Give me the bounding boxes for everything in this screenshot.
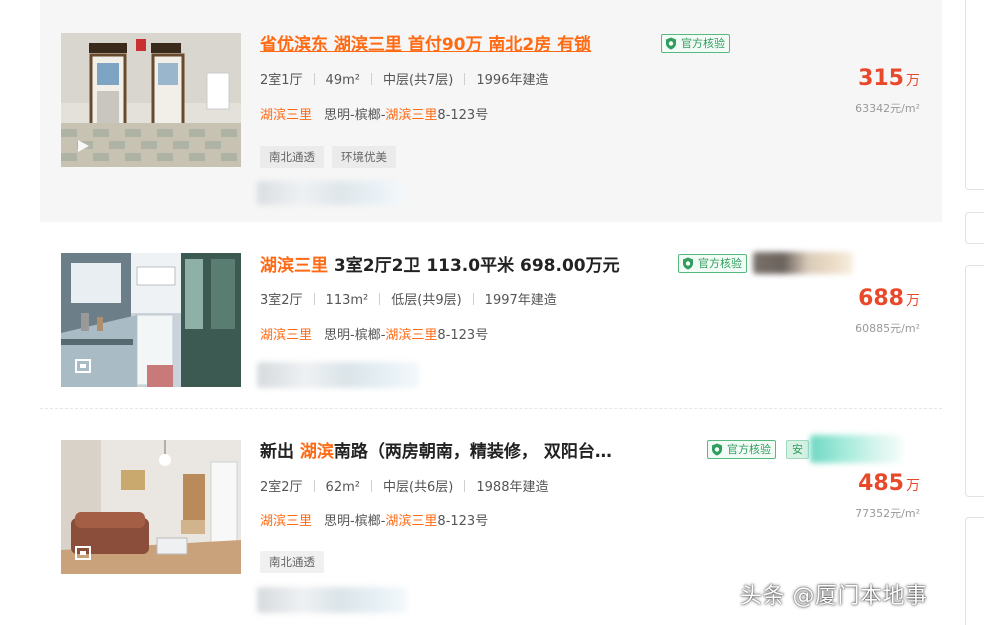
listing-card[interactable]: 省优滨东 湖滨三里 首付90万 南北2房 有锁 官方核验 2室1厅 49m² 中层(… [40, 0, 942, 222]
redacted-info [257, 181, 405, 205]
community-link[interactable]: 湖滨三里 [260, 514, 312, 529]
tag-list: 南北通透 [260, 551, 332, 573]
layout: 3室2厅 [260, 293, 303, 308]
redacted-badge [753, 252, 853, 274]
title-text[interactable]: 3室2厅2卫 113.0平米 698.00万元 [328, 256, 620, 276]
listing-address: 湖滨三里 思明-槟榔-湖滨三里8-123号 [260, 107, 488, 125]
total-price: 315 万 [858, 66, 920, 91]
listing-title[interactable]: 省优滨东 湖滨三里 首付90万 南北2房 有锁 [260, 34, 591, 56]
verified-label: 官方核验 [681, 37, 725, 50]
listing-title[interactable]: 新出 湖滨南路（两房朝南，精装修， 双阳台… [260, 441, 612, 463]
verified-badge: 官方核验 [707, 440, 776, 459]
floor: 中层(共6层) [382, 480, 454, 495]
district: 思明-槟榔- [324, 328, 386, 343]
street-name: 湖滨三里 [385, 108, 438, 123]
unit-price: 63342元/m² [855, 102, 920, 115]
verified-label: 官方核验 [727, 443, 771, 456]
street-number: 8-123号 [437, 108, 489, 123]
listing-address: 湖滨三里 思明-槟榔-湖滨三里8-123号 [260, 513, 488, 531]
listing-address: 湖滨三里 思明-槟榔-湖滨三里8-123号 [260, 327, 488, 345]
tag: 环境优美 [332, 146, 396, 168]
area: 113m² [325, 293, 369, 308]
redacted-info [257, 362, 419, 388]
area: 62m² [325, 480, 360, 495]
street-number: 8-123号 [437, 514, 489, 529]
listing-photo[interactable] [61, 253, 241, 387]
price-value: 485 [858, 471, 904, 496]
side-panel-button[interactable] [965, 212, 984, 244]
community-link[interactable]: 湖滨三里 [260, 328, 312, 343]
panorama-icon[interactable] [73, 357, 93, 375]
street-name: 湖滨三里 [385, 514, 438, 529]
street-name: 湖滨三里 [385, 328, 438, 343]
title-prefix[interactable]: 新出 [260, 442, 300, 462]
street-number: 8-123号 [437, 328, 489, 343]
verified-label: 官方核验 [698, 257, 742, 270]
verified-badge: 官方核验 [678, 254, 747, 273]
tag: 南北通透 [260, 551, 324, 573]
listing-specs: 2室1厅 49m² 中层(共7层) 1996年建造 [260, 72, 548, 90]
panorama-icon[interactable] [73, 544, 93, 562]
shield-icon [712, 443, 722, 456]
listing-specs: 2室2厅 62m² 中层(共6层) 1988年建造 [260, 479, 548, 497]
floor: 低层(共9层) [391, 293, 462, 308]
listing-card[interactable]: 湖滨三里 3室2厅2卫 113.0平米 698.00万元 官方核验 3室2厅 11… [40, 222, 942, 408]
listing-photo[interactable] [61, 33, 241, 167]
layout: 2室2厅 [260, 480, 303, 495]
district: 思明-槟榔- [324, 514, 386, 529]
extra-badge: 安 [786, 440, 809, 459]
total-price: 485 万 [858, 471, 920, 496]
price-value: 315 [858, 66, 904, 91]
title-community[interactable]: 湖滨三里 [260, 256, 328, 276]
price-value: 688 [858, 286, 904, 311]
extra-badge-label: 安 [792, 443, 803, 456]
listing-specs: 3室2厅 113m² 低层(共9层) 1997年建造 [260, 292, 557, 310]
district: 思明-槟榔- [324, 108, 386, 123]
build-year: 1988年建造 [476, 480, 549, 495]
layout: 2室1厅 [260, 73, 303, 88]
floor: 中层(共7层) [382, 73, 454, 88]
price-unit: 万 [906, 293, 920, 309]
price-unit: 万 [906, 478, 920, 494]
build-year: 1997年建造 [484, 293, 557, 308]
tag: 南北通透 [260, 146, 324, 168]
watermark: 头条 @厦门本地事 [740, 584, 928, 609]
side-panel [965, 517, 984, 625]
listing-title[interactable]: 湖滨三里 3室2厅2卫 113.0平米 698.00万元 [260, 255, 620, 277]
play-icon[interactable] [73, 137, 93, 155]
build-year: 1996年建造 [476, 73, 549, 88]
unit-price: 60885元/m² [855, 322, 920, 335]
side-panel [965, 265, 984, 497]
listing-photo[interactable] [61, 440, 241, 574]
total-price: 688 万 [858, 286, 920, 311]
verified-badge: 官方核验 [661, 34, 730, 53]
side-panel [965, 0, 984, 190]
price-unit: 万 [906, 73, 920, 89]
shield-icon [683, 257, 693, 270]
community-link[interactable]: 湖滨三里 [260, 108, 312, 123]
unit-price: 77352元/m² [855, 507, 920, 520]
redacted-badge [810, 435, 902, 463]
area: 49m² [325, 73, 360, 88]
redacted-info [257, 587, 407, 613]
tag-list: 南北通透 环境优美 [260, 146, 404, 168]
title-community[interactable]: 湖滨 [300, 442, 334, 462]
shield-icon [666, 37, 676, 50]
title-text[interactable]: 南路（两房朝南，精装修， 双阳台… [334, 442, 612, 462]
